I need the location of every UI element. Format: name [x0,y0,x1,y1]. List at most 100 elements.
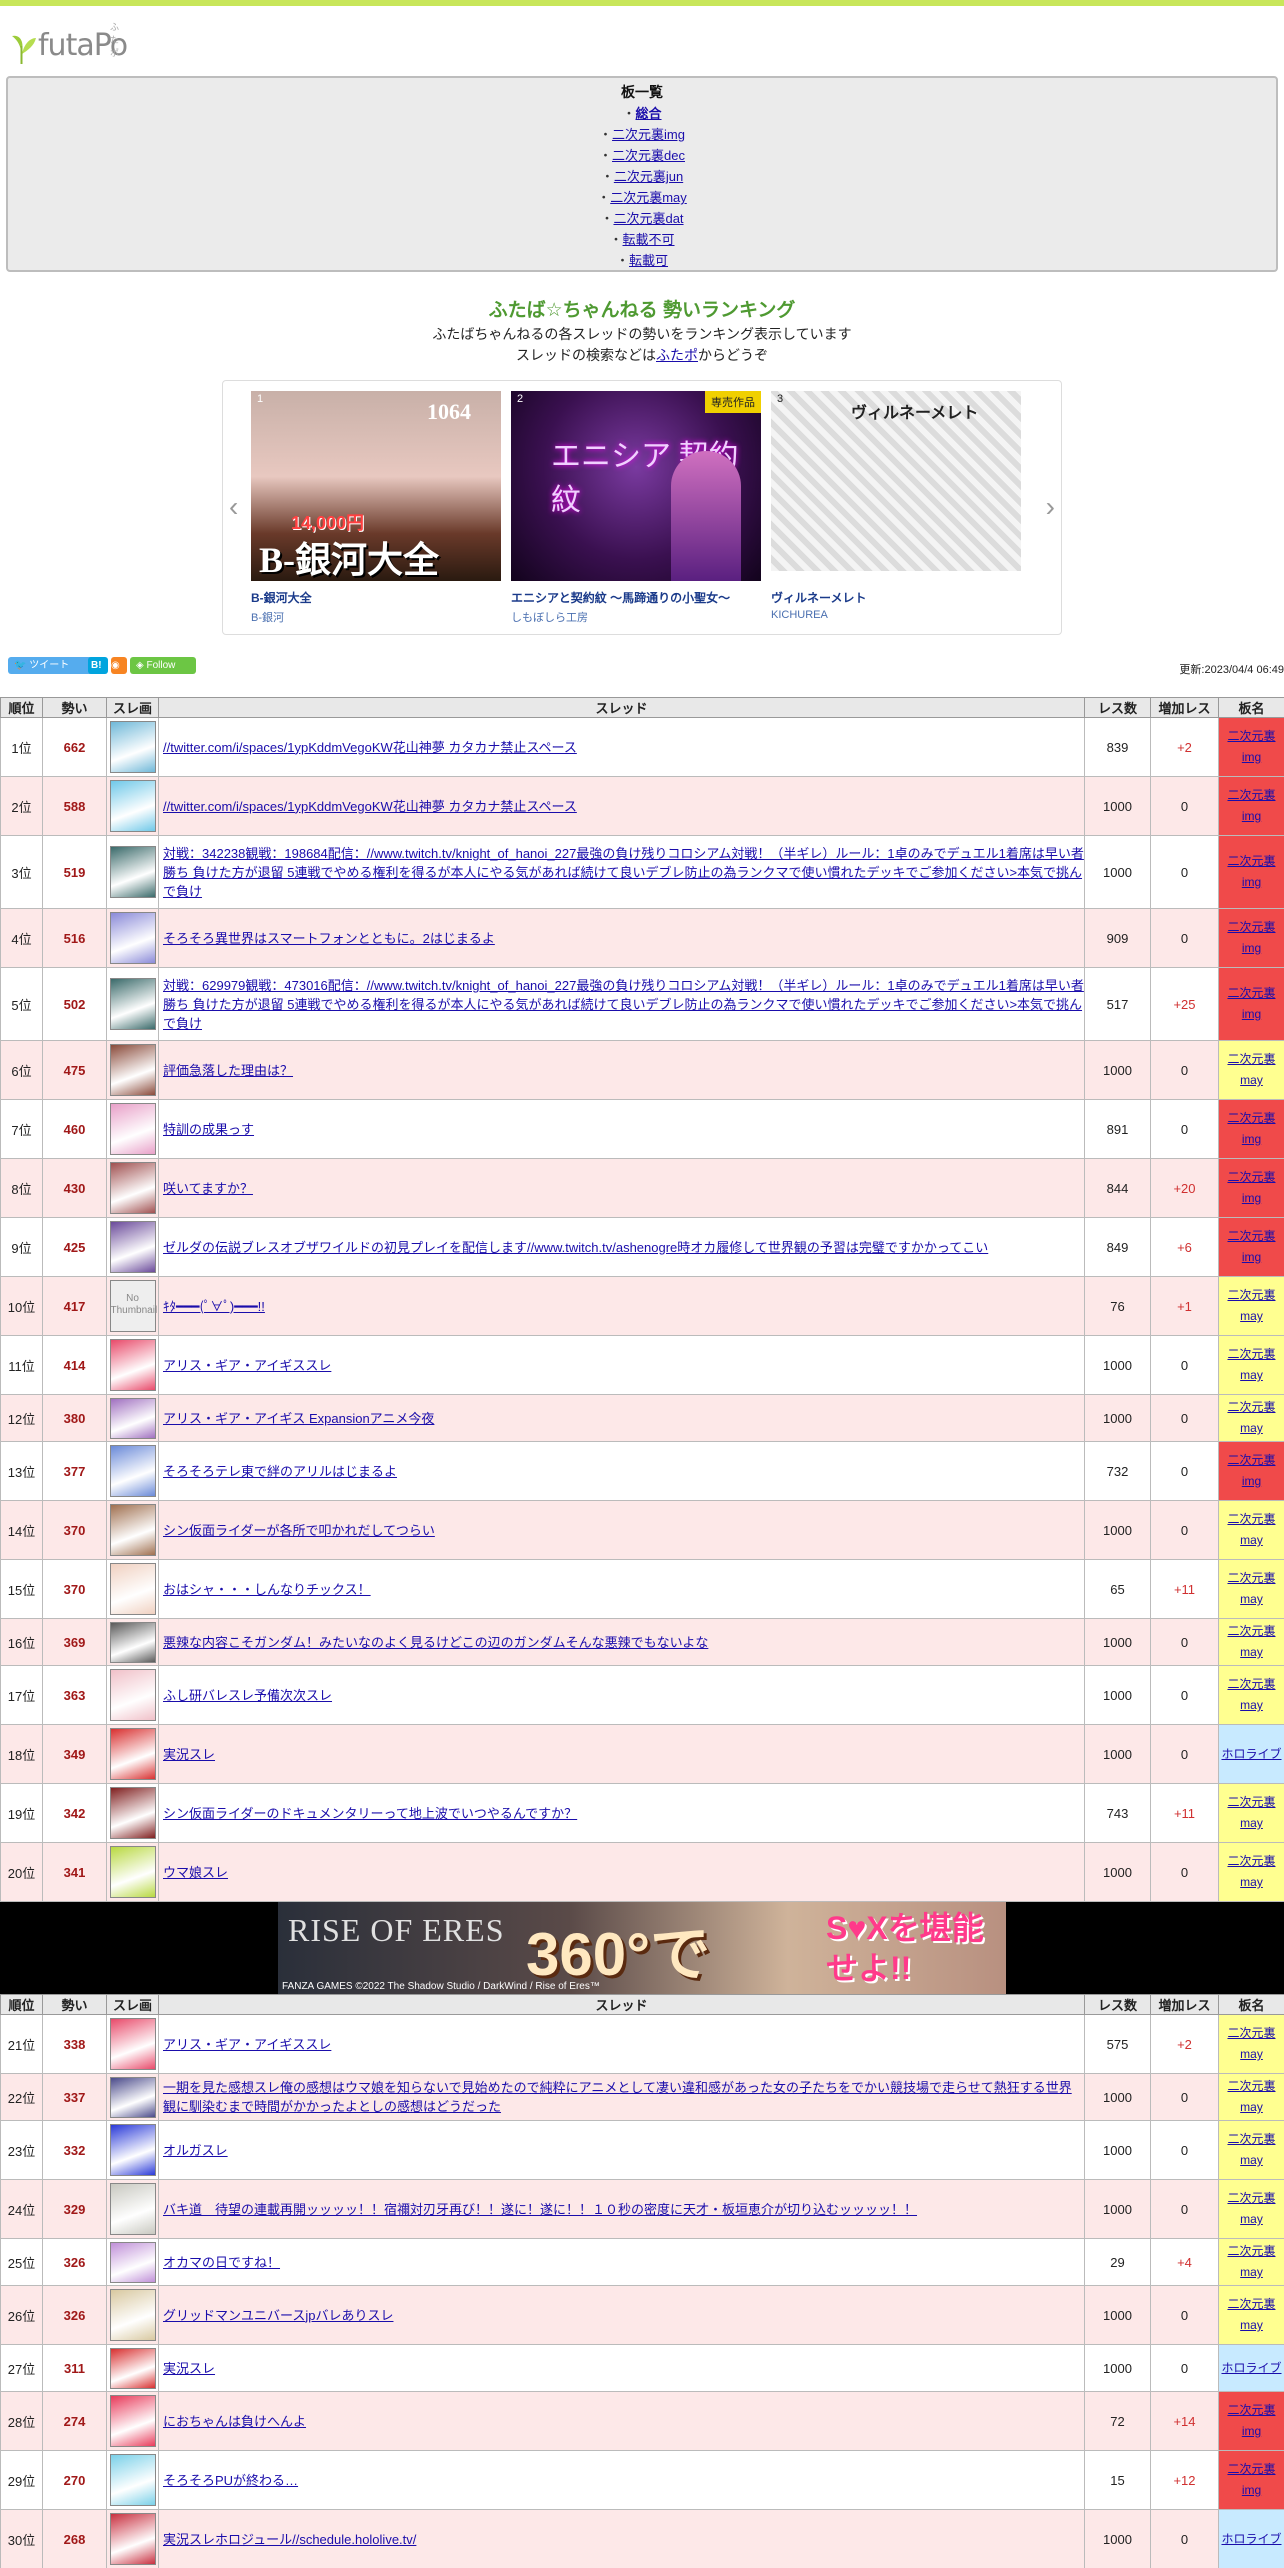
board-name-link[interactable]: 二次元裏may [1227,2132,1275,2167]
carousel-maker-3[interactable]: KICHUREA [771,609,1021,621]
board-name-link[interactable]: 二次元裏may [1227,1288,1275,1323]
thread-thumbnail[interactable] [109,1846,156,1898]
thread-link[interactable]: アリス・ギア・アイギス Expansionアニメ今夜 [163,1411,434,1426]
thread-link[interactable]: 実況スレ [163,2361,215,2376]
thread-thumbnail[interactable] [109,2347,156,2389]
thread-thumbnail[interactable] [109,1787,156,1839]
thumbnail-cell[interactable] [106,1842,159,1902]
rss-icon[interactable]: ◉ [111,657,127,674]
thumbnail-cell[interactable] [106,2073,159,2121]
thumbnail-cell[interactable] [106,1500,159,1560]
thread-link[interactable]: オカマの日ですね！ [163,2255,280,2270]
thread-link[interactable]: シン仮面ライダーが各所で叩かれだしてつらい [163,1523,435,1538]
thumbnail-cell[interactable] [106,908,159,968]
thumbnail-cell[interactable] [106,1099,159,1159]
thumbnail-cell[interactable] [106,1783,159,1843]
hatena-bookmark-button[interactable]: B! [88,657,108,674]
thumbnail-cell[interactable] [106,2344,159,2392]
thread-thumbnail[interactable] [109,1563,156,1615]
thread-link[interactable]: そろそろテレ東で絆のアリルはじまるよ [163,1464,397,1479]
thumbnail-cell[interactable] [106,1335,159,1395]
board-link[interactable]: 二次元裏dec [612,148,685,163]
thread-thumbnail[interactable] [109,1397,156,1439]
thread-thumbnail[interactable] [109,1728,156,1780]
thumbnail-cell[interactable] [106,2179,159,2239]
carousel-next-icon[interactable]: › [1046,491,1055,523]
thread-link[interactable]: 特訓の成果っす [163,1122,254,1137]
thread-link[interactable]: 実況スレ [163,1747,215,1762]
thread-link[interactable]: シン仮面ライダーのドキュメンタリーって地上波でいつやるんですか？ [163,1806,577,1821]
thread-thumbnail[interactable] [109,1103,156,1155]
board-name-link[interactable]: 二次元裏may [1227,1347,1275,1382]
board-name-link[interactable]: 二次元裏img [1227,1111,1275,1146]
board-link[interactable]: 二次元裏img [612,127,685,142]
board-name-link[interactable]: 二次元裏may [1227,1795,1275,1830]
thread-thumbnail[interactable] [109,1339,156,1391]
board-name-link[interactable]: 二次元裏may [1227,1854,1275,1889]
thumbnail-cell[interactable] [106,1665,159,1725]
thread-link[interactable]: そろそろ異世界はスマートフォンとともに。2はじまるよ [163,931,495,946]
thread-link[interactable]: 実況スレホロジュール//schedule.hololive.tv/ [163,2532,416,2547]
board-name-link[interactable]: 二次元裏may [1227,2026,1275,2061]
thread-link[interactable]: オルガスレ [163,2143,228,2158]
thumbnail-cell[interactable] [106,1158,159,1218]
thread-thumbnail[interactable] [109,1162,156,1214]
board-name-link[interactable]: ホロライブ [1221,2532,1281,2546]
board-name-link[interactable]: 二次元裏img [1227,854,1275,889]
thumbnail-cell[interactable] [106,2509,159,2568]
thumbnail-cell[interactable] [106,2391,159,2451]
board-link[interactable]: 転載不可 [623,232,675,247]
carousel-card-1[interactable]: 1 1064 14,000円 B-銀河大全 B-銀河大全 B-銀河 [251,391,501,625]
thread-link[interactable]: ゼルダの伝説ブレスオブザワイルドの初見プレイを配信します//www.twitch… [163,1240,988,1255]
thread-link[interactable]: //twitter.com/i/spaces/1ypKddmVegoKW花山神夢… [163,740,577,755]
carousel-image-1[interactable]: 1 1064 14,000円 B-銀河大全 [251,391,501,581]
feedly-follow-button[interactable]: ◈ Follow [130,657,196,674]
thread-thumbnail[interactable] [109,2395,156,2447]
thread-thumbnail[interactable] [109,1445,156,1497]
board-name-link[interactable]: 二次元裏may [1227,1571,1275,1606]
thread-link[interactable]: 評価急落した理由は？ [163,1063,293,1078]
thread-thumbnail[interactable] [109,2289,156,2341]
thumbnail-cell[interactable] [106,967,159,1041]
board-name-link[interactable]: 二次元裏img [1227,2403,1275,2438]
thumbnail-cell[interactable]: No Thumbnail [106,1276,159,1336]
thread-thumbnail[interactable] [109,2018,156,2070]
thread-thumbnail[interactable] [109,2513,156,2565]
carousel-image-3[interactable]: 3 ヴィルネーメレト [771,391,1021,571]
board-name-link[interactable]: 二次元裏img [1227,1170,1275,1205]
thumbnail-cell[interactable] [106,717,159,777]
thumbnail-cell[interactable] [106,2120,159,2180]
thread-link[interactable]: 悪辣な内容こそガンダム！みたいなのよく見るけどこの辺のガンダムそんな悪辣でもない… [163,1635,708,1650]
board-name-link[interactable]: 二次元裏may [1227,2244,1275,2279]
carousel-maker-2[interactable]: しもぼしら工房 [511,609,761,625]
carousel-name-2[interactable]: エニシアと契約紋 ～馬蹄通りの小聖女～ [511,589,761,606]
board-name-link[interactable]: 二次元裏img [1227,986,1275,1021]
carousel-image-2[interactable]: 2 専売作品 エニシア 契約紋 [511,391,761,581]
carousel-card-3[interactable]: 3 ヴィルネーメレト ヴィルネーメレト KICHUREA [771,391,1021,621]
thread-thumbnail[interactable] [109,2241,156,2283]
board-name-link[interactable]: 二次元裏may [1227,2297,1275,2332]
thread-thumbnail[interactable] [109,780,156,832]
board-link[interactable]: 二次元裏may [610,190,687,205]
board-name-link[interactable]: 二次元裏may [1227,1677,1275,1712]
site-logo[interactable]: futaPo ふたポ [6,22,128,64]
ad-banner-image[interactable]: RISE OF ERES 360°で S♥Xを堪能せよ!! FANZA GAME… [278,1902,1006,1994]
board-link[interactable]: 総合 [636,106,662,121]
thread-link[interactable]: バキ道 待望の連載再開ッッッッ！！宿禰対刃牙再び！！遂に！遂に！！１０秒の密度に… [163,2202,917,2217]
thread-thumbnail[interactable] [109,1669,156,1721]
board-name-link[interactable]: ホロライブ [1221,1747,1281,1761]
thread-link[interactable]: 咲いてますか？ [163,1181,253,1196]
carousel-name-3[interactable]: ヴィルネーメレト [771,589,1021,606]
board-name-link[interactable]: 二次元裏may [1227,1052,1275,1087]
carousel-prev-icon[interactable]: ‹ [229,491,238,523]
board-link[interactable]: 転載可 [629,253,668,268]
carousel-card-2[interactable]: 2 専売作品 エニシア 契約紋 エニシアと契約紋 ～馬蹄通りの小聖女～ しもぼし… [511,391,761,625]
board-name-link[interactable]: 二次元裏img [1227,729,1275,764]
thumbnail-cell[interactable] [106,2014,159,2074]
thumbnail-cell[interactable] [106,1394,159,1442]
board-name-link[interactable]: 二次元裏may [1227,1400,1275,1435]
thread-link[interactable]: ふし研バレスレ予備次次スレ [163,1688,332,1703]
thread-link[interactable]: 一期を見た感想スレ俺の感想はウマ娘を知らないで見始めたので純粋にアニメとして凄い… [163,2080,1072,2114]
thread-thumbnail[interactable] [109,1044,156,1096]
thread-thumbnail[interactable] [109,2454,156,2506]
